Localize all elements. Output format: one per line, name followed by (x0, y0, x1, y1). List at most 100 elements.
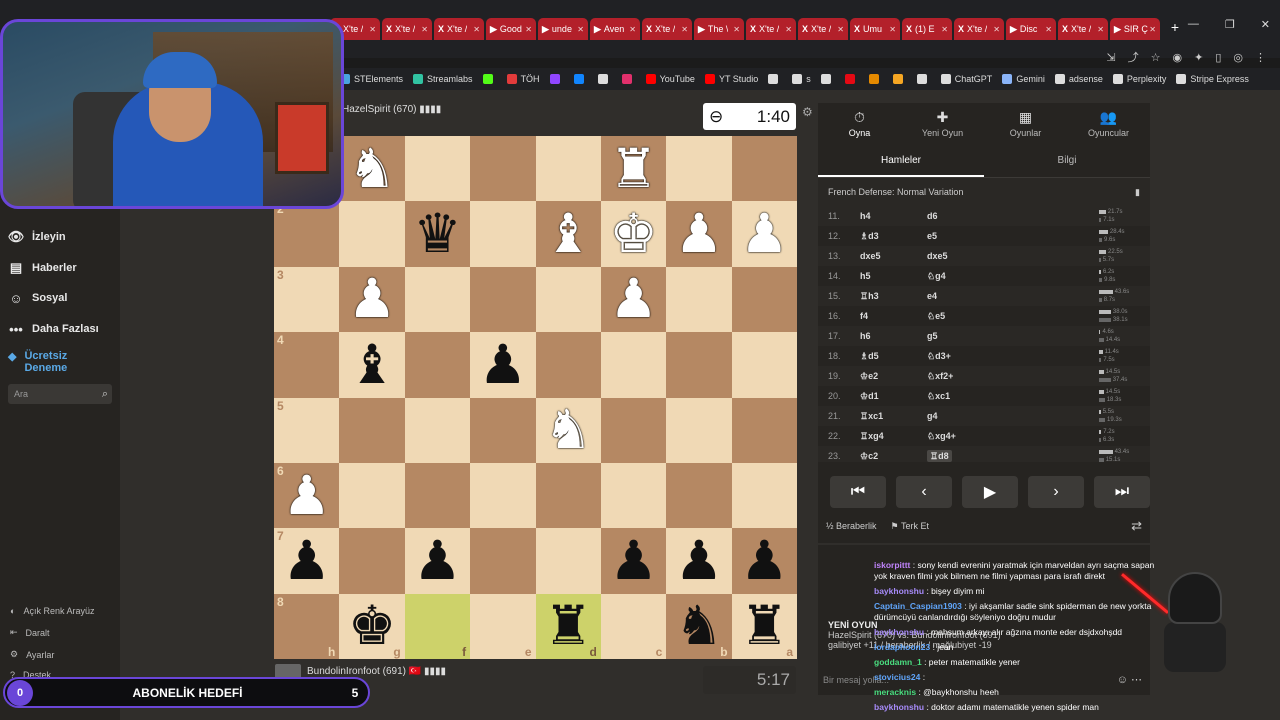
board-square[interactable]: ♜ d (535, 593, 601, 659)
chat-username[interactable]: lordaphoon23 (874, 642, 930, 652)
bookmark-item[interactable] (621, 74, 636, 84)
board-square[interactable] (731, 266, 797, 333)
chat-username[interactable]: baykhonshu (874, 627, 924, 637)
chat-username[interactable]: stovicius24 (874, 672, 920, 682)
bookmark-item[interactable] (892, 74, 907, 84)
black-move[interactable]: dxe5 (927, 251, 1099, 261)
black-move[interactable]: d6 (927, 211, 1099, 221)
browser-tab[interactable]: XX'te / ✕ (642, 18, 692, 40)
close-window-button[interactable]: ✕ (1261, 18, 1270, 31)
white-move[interactable]: ♖xg4 (860, 431, 927, 442)
board-square[interactable] (535, 462, 601, 529)
tab-play[interactable]: ⏱ Oyna (818, 103, 901, 143)
browser-tab[interactable]: ▶ Good ✕ (486, 18, 536, 40)
white-move[interactable]: ♖h3 (860, 291, 927, 302)
board-square[interactable]: 3 (274, 266, 340, 333)
bookmark-item[interactable]: Perplexity (1112, 74, 1166, 84)
browser-tab[interactable]: X (1) E ✕ (902, 18, 952, 40)
black-move[interactable]: ♘xc1 (927, 391, 1099, 402)
board-square[interactable] (666, 266, 732, 333)
board-square[interactable]: f (404, 593, 471, 659)
browser-tab[interactable]: XX'te / ✕ (798, 18, 848, 40)
tab-players[interactable]: 👥 Oyuncular (1067, 103, 1150, 143)
next-move-button[interactable]: › (1028, 476, 1084, 508)
board-square[interactable]: 5 (274, 397, 340, 463)
chess-piece[interactable]: ♜ (740, 599, 788, 653)
board-square[interactable]: ♞ (339, 136, 405, 202)
board-square[interactable]: 8h (274, 593, 340, 659)
white-move[interactable]: h4 (860, 211, 927, 221)
bookmark-item[interactable] (549, 74, 564, 84)
chess-piece[interactable]: ♟ (413, 534, 461, 588)
board-square[interactable]: ♟ (731, 528, 797, 594)
bookmark-item[interactable]: ChatGPT (940, 74, 992, 84)
tab-close-icon[interactable]: ✕ (629, 25, 636, 34)
board-square[interactable] (731, 397, 797, 463)
browser-tab[interactable]: XX'te / ✕ (954, 18, 1004, 40)
board-square[interactable]: ♟ (600, 528, 667, 594)
chat-username[interactable]: Captain_Caspian1903 (874, 601, 962, 611)
sidebar-item-more[interactable]: ••• Daha Fazlası (8, 321, 98, 337)
board-square[interactable]: 4 (274, 332, 340, 398)
white-move[interactable]: f4 (860, 311, 927, 321)
chess-piece[interactable]: ♟ (740, 534, 788, 588)
board-square[interactable] (339, 201, 405, 267)
bookmark-item[interactable] (768, 74, 782, 84)
tab-close-icon[interactable]: ✕ (837, 25, 844, 34)
sidebar-item-watch[interactable]: 👁 İzleyin (8, 229, 66, 245)
white-move[interactable]: ♖xc1 (860, 411, 927, 422)
chess-piece[interactable]: ♟ (740, 207, 788, 261)
tab-close-icon[interactable]: ✕ (733, 25, 740, 34)
tab-new-game[interactable]: ✚ Yeni Oyun (901, 103, 984, 143)
board-square[interactable] (404, 266, 471, 333)
white-move[interactable]: h5 (860, 271, 927, 281)
browser-tab[interactable]: ▶ unde ✕ (538, 18, 588, 40)
board-square[interactable] (535, 528, 601, 594)
sidebar-item-social[interactable]: ☺ Sosyal (8, 290, 67, 306)
theme-toggle[interactable]: ◐ Açık Renk Arayüz (10, 606, 94, 616)
chess-piece[interactable]: ♟ (675, 534, 723, 588)
new-tab-button[interactable]: + (1166, 18, 1184, 36)
board-square[interactable]: ♟ (666, 528, 732, 594)
bookmark-item[interactable] (820, 74, 835, 84)
board-square[interactable]: ♟ 7 (274, 528, 340, 594)
search-input[interactable]: Ara ⌕ (8, 384, 112, 404)
black-move[interactable]: ♖d8 (927, 449, 1099, 462)
board-square[interactable] (404, 462, 471, 529)
board-square[interactable] (470, 201, 536, 267)
install-icon[interactable]: ⇲ (1106, 51, 1115, 64)
chess-piece[interactable]: ♞ (544, 403, 592, 457)
board-square[interactable] (731, 332, 797, 398)
white-move[interactable]: ♔c2 (860, 451, 927, 462)
board-square[interactable]: ♝ (535, 201, 601, 267)
bottom-player-name[interactable]: BundolinIronfoot (691) 🇹🇷 ▮▮▮▮ (307, 666, 446, 677)
chess-piece[interactable]: ♝ (544, 207, 592, 261)
bookmark-item[interactable] (482, 74, 497, 84)
chess-piece[interactable]: ♟ (282, 534, 330, 588)
board-square[interactable]: ♟ (600, 266, 667, 333)
chat-username[interactable]: baykhonshu (874, 586, 924, 596)
sidebar-item-news[interactable]: ▤ Haberler (8, 260, 77, 276)
tab-close-icon[interactable]: ✕ (369, 25, 376, 34)
black-move[interactable]: e5 (927, 231, 1099, 241)
chess-board[interactable]: 1♞♜2♛♝♚♟♟3♟♟4♝♟5♞♟6♟7♟♟♟♟8h♚gfe♜dc♞b♜a (274, 136, 797, 659)
board-square[interactable]: ♚ (600, 201, 667, 267)
black-move[interactable]: ♘g4 (927, 271, 1099, 282)
draw-button[interactable]: ½ Beraberlik (826, 521, 877, 531)
free-trial-link[interactable]: ◆ Ücretsiz Deneme (8, 350, 96, 374)
black-move[interactable]: ♘d3+ (927, 351, 1099, 362)
white-move[interactable]: ♔d1 (860, 391, 927, 402)
tab-close-icon[interactable]: ✕ (421, 25, 428, 34)
board-square[interactable]: ♜ (600, 136, 667, 202)
chess-piece[interactable]: ♚ (609, 207, 657, 261)
bookmark-item[interactable]: STElements (340, 74, 403, 84)
tab-info[interactable]: Bilgi (984, 143, 1150, 177)
black-move[interactable]: g5 (927, 331, 1099, 341)
maximize-button[interactable]: ❐ (1225, 18, 1235, 31)
black-move[interactable]: ♘xf2+ (927, 371, 1099, 382)
chess-piece[interactable]: ♝ (348, 338, 396, 392)
white-move[interactable]: ♗d5 (860, 351, 927, 362)
chess-piece[interactable]: ♞ (675, 599, 723, 653)
board-square[interactable] (470, 397, 536, 463)
chat-username[interactable]: meracknis (874, 687, 916, 697)
